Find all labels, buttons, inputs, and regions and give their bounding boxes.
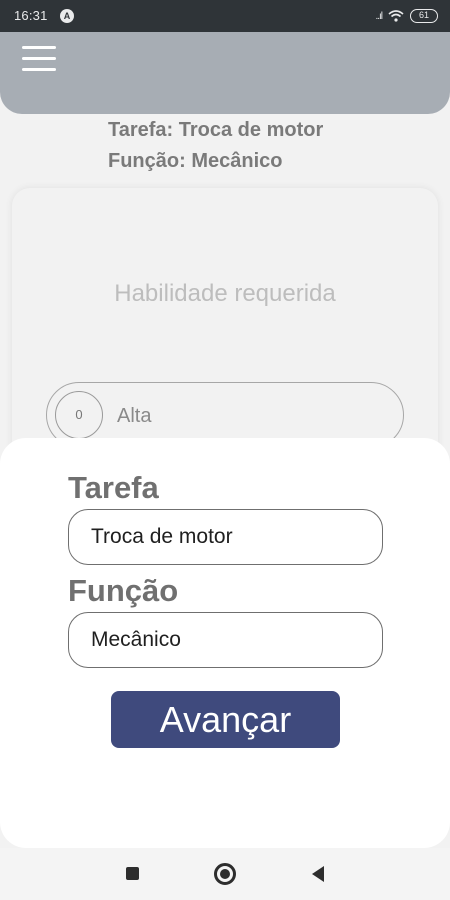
signal-icon: ..ıl — [375, 10, 383, 22]
system-nav-bar — [0, 848, 450, 900]
task-input[interactable] — [68, 509, 383, 565]
skill-count-badge: 0 — [55, 391, 103, 439]
bottom-sheet: Tarefa Função Avançar — [0, 438, 450, 848]
back-button[interactable] — [288, 848, 348, 900]
status-indicators: ..ıl 61 — [375, 6, 438, 26]
notification-icon: A — [60, 9, 74, 23]
skills-card-title: Habilidade requerida — [114, 280, 336, 307]
header-role-line: Função: Mecânico — [108, 150, 283, 172]
home-button[interactable] — [195, 848, 255, 900]
role-field-label: Função — [68, 573, 179, 608]
task-field-label: Tarefa — [68, 470, 159, 505]
hamburger-menu-icon[interactable] — [22, 44, 58, 72]
header-task-line: Tarefa: Troca de motor — [108, 119, 324, 141]
recents-square-icon — [126, 867, 139, 880]
role-input[interactable] — [68, 612, 383, 668]
top-app-bar — [0, 32, 450, 114]
status-bar: 16:31 A ..ıl 61 — [0, 0, 450, 32]
home-circle-icon — [214, 863, 236, 885]
wifi-icon — [388, 10, 404, 22]
back-triangle-icon — [312, 866, 324, 882]
status-time: 16:31 — [14, 8, 48, 23]
advance-button[interactable]: Avançar — [111, 691, 340, 748]
battery-icon: 61 — [410, 9, 438, 23]
skill-label: Alta — [117, 405, 152, 427]
recents-button[interactable] — [102, 848, 162, 900]
